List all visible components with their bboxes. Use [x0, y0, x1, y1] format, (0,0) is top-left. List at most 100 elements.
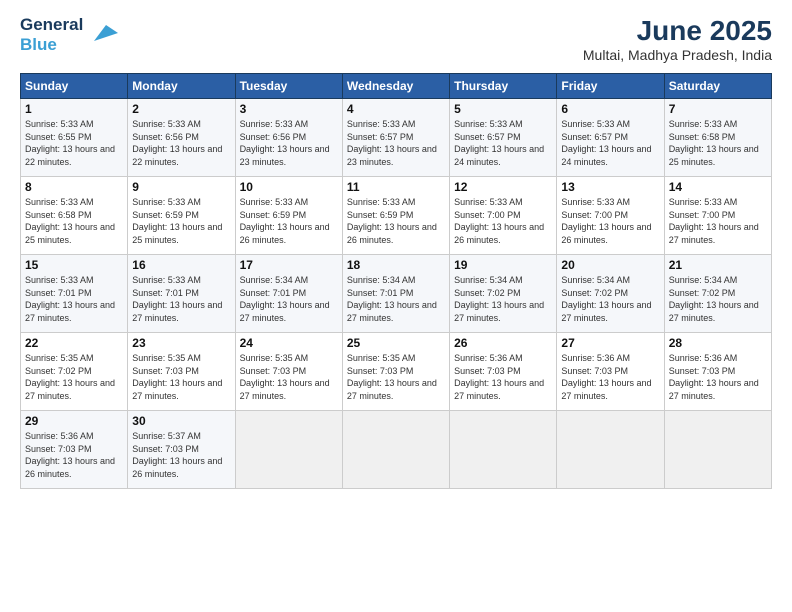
day-detail: Sunrise: 5:37 AM Sunset: 7:03 PM Dayligh… [132, 430, 230, 480]
table-row: 21 Sunrise: 5:34 AM Sunset: 7:02 PM Dayl… [664, 255, 771, 333]
sunset-label: Sunset: 7:03 PM [240, 366, 307, 376]
sunset-label: Sunset: 6:57 PM [347, 132, 414, 142]
day-number: 21 [669, 258, 767, 272]
day-detail: Sunrise: 5:36 AM Sunset: 7:03 PM Dayligh… [669, 352, 767, 402]
table-row [664, 411, 771, 489]
day-detail: Sunrise: 5:33 AM Sunset: 7:00 PM Dayligh… [454, 196, 552, 246]
day-detail: Sunrise: 5:34 AM Sunset: 7:02 PM Dayligh… [454, 274, 552, 324]
col-wednesday: Wednesday [342, 74, 449, 99]
sunrise-label: Sunrise: 5:35 AM [132, 353, 201, 363]
logo-icon [86, 17, 118, 49]
table-row: 23 Sunrise: 5:35 AM Sunset: 7:03 PM Dayl… [128, 333, 235, 411]
day-detail: Sunrise: 5:33 AM Sunset: 7:00 PM Dayligh… [561, 196, 659, 246]
sunrise-label: Sunrise: 5:33 AM [347, 119, 416, 129]
table-row: 29 Sunrise: 5:36 AM Sunset: 7:03 PM Dayl… [21, 411, 128, 489]
daylight-label: Daylight: 13 hours and 25 minutes. [25, 222, 115, 245]
sunrise-label: Sunrise: 5:33 AM [347, 197, 416, 207]
sunset-label: Sunset: 7:03 PM [132, 444, 199, 454]
sunrise-label: Sunrise: 5:33 AM [454, 119, 523, 129]
sunrise-label: Sunrise: 5:33 AM [25, 275, 94, 285]
sunrise-label: Sunrise: 5:36 AM [454, 353, 523, 363]
sunset-label: Sunset: 7:03 PM [454, 366, 521, 376]
daylight-label: Daylight: 13 hours and 26 minutes. [240, 222, 330, 245]
day-detail: Sunrise: 5:33 AM Sunset: 6:55 PM Dayligh… [25, 118, 123, 168]
calendar-subtitle: Multai, Madhya Pradesh, India [583, 47, 772, 63]
day-number: 17 [240, 258, 338, 272]
table-row [342, 411, 449, 489]
day-detail: Sunrise: 5:33 AM Sunset: 6:59 PM Dayligh… [132, 196, 230, 246]
sunrise-label: Sunrise: 5:34 AM [561, 275, 630, 285]
day-detail: Sunrise: 5:34 AM Sunset: 7:02 PM Dayligh… [561, 274, 659, 324]
sunset-label: Sunset: 7:03 PM [25, 444, 92, 454]
sunrise-label: Sunrise: 5:33 AM [25, 119, 94, 129]
sunset-label: Sunset: 7:03 PM [132, 366, 199, 376]
table-row: 8 Sunrise: 5:33 AM Sunset: 6:58 PM Dayli… [21, 177, 128, 255]
sunset-label: Sunset: 7:02 PM [561, 288, 628, 298]
sunset-label: Sunset: 6:59 PM [347, 210, 414, 220]
table-row: 15 Sunrise: 5:33 AM Sunset: 7:01 PM Dayl… [21, 255, 128, 333]
col-thursday: Thursday [450, 74, 557, 99]
daylight-label: Daylight: 13 hours and 27 minutes. [561, 378, 651, 401]
sunrise-label: Sunrise: 5:37 AM [132, 431, 201, 441]
daylight-label: Daylight: 13 hours and 27 minutes. [669, 222, 759, 245]
day-number: 9 [132, 180, 230, 194]
day-detail: Sunrise: 5:33 AM Sunset: 6:57 PM Dayligh… [454, 118, 552, 168]
day-number: 10 [240, 180, 338, 194]
table-row: 7 Sunrise: 5:33 AM Sunset: 6:58 PM Dayli… [664, 99, 771, 177]
sunrise-label: Sunrise: 5:33 AM [240, 197, 309, 207]
table-row: 2 Sunrise: 5:33 AM Sunset: 6:56 PM Dayli… [128, 99, 235, 177]
day-number: 23 [132, 336, 230, 350]
calendar-table: Sunday Monday Tuesday Wednesday Thursday… [20, 73, 772, 489]
day-number: 12 [454, 180, 552, 194]
sunset-label: Sunset: 7:02 PM [669, 288, 736, 298]
daylight-label: Daylight: 13 hours and 26 minutes. [347, 222, 437, 245]
day-number: 2 [132, 102, 230, 116]
sunset-label: Sunset: 6:59 PM [132, 210, 199, 220]
day-detail: Sunrise: 5:35 AM Sunset: 7:03 PM Dayligh… [240, 352, 338, 402]
sunrise-label: Sunrise: 5:33 AM [561, 119, 630, 129]
sunset-label: Sunset: 6:55 PM [25, 132, 92, 142]
sunrise-label: Sunrise: 5:33 AM [25, 197, 94, 207]
day-number: 6 [561, 102, 659, 116]
sunrise-label: Sunrise: 5:34 AM [669, 275, 738, 285]
daylight-label: Daylight: 13 hours and 24 minutes. [561, 144, 651, 167]
col-friday: Friday [557, 74, 664, 99]
daylight-label: Daylight: 13 hours and 27 minutes. [132, 378, 222, 401]
day-number: 30 [132, 414, 230, 428]
day-detail: Sunrise: 5:33 AM Sunset: 6:59 PM Dayligh… [347, 196, 445, 246]
sunset-label: Sunset: 7:00 PM [561, 210, 628, 220]
day-detail: Sunrise: 5:33 AM Sunset: 6:56 PM Dayligh… [240, 118, 338, 168]
sunrise-label: Sunrise: 5:33 AM [240, 119, 309, 129]
daylight-label: Daylight: 13 hours and 22 minutes. [132, 144, 222, 167]
day-number: 13 [561, 180, 659, 194]
day-number: 22 [25, 336, 123, 350]
day-number: 8 [25, 180, 123, 194]
day-detail: Sunrise: 5:33 AM Sunset: 6:58 PM Dayligh… [669, 118, 767, 168]
sunrise-label: Sunrise: 5:33 AM [454, 197, 523, 207]
day-number: 26 [454, 336, 552, 350]
table-row: 19 Sunrise: 5:34 AM Sunset: 7:02 PM Dayl… [450, 255, 557, 333]
day-detail: Sunrise: 5:33 AM Sunset: 6:57 PM Dayligh… [347, 118, 445, 168]
sunset-label: Sunset: 7:00 PM [454, 210, 521, 220]
daylight-label: Daylight: 13 hours and 23 minutes. [347, 144, 437, 167]
day-detail: Sunrise: 5:33 AM Sunset: 7:01 PM Dayligh… [25, 274, 123, 324]
table-row: 16 Sunrise: 5:33 AM Sunset: 7:01 PM Dayl… [128, 255, 235, 333]
daylight-label: Daylight: 13 hours and 27 minutes. [132, 300, 222, 323]
sunset-label: Sunset: 7:03 PM [347, 366, 414, 376]
sunrise-label: Sunrise: 5:34 AM [240, 275, 309, 285]
sunrise-label: Sunrise: 5:34 AM [454, 275, 523, 285]
sunset-label: Sunset: 7:00 PM [669, 210, 736, 220]
calendar-title: June 2025 [583, 15, 772, 47]
calendar-week-1: 1 Sunrise: 5:33 AM Sunset: 6:55 PM Dayli… [21, 99, 772, 177]
table-row: 12 Sunrise: 5:33 AM Sunset: 7:00 PM Dayl… [450, 177, 557, 255]
table-row: 24 Sunrise: 5:35 AM Sunset: 7:03 PM Dayl… [235, 333, 342, 411]
day-detail: Sunrise: 5:36 AM Sunset: 7:03 PM Dayligh… [25, 430, 123, 480]
table-row [557, 411, 664, 489]
col-monday: Monday [128, 74, 235, 99]
daylight-label: Daylight: 13 hours and 23 minutes. [240, 144, 330, 167]
daylight-label: Daylight: 13 hours and 27 minutes. [669, 300, 759, 323]
day-number: 7 [669, 102, 767, 116]
sunrise-label: Sunrise: 5:34 AM [347, 275, 416, 285]
table-row [235, 411, 342, 489]
daylight-label: Daylight: 13 hours and 27 minutes. [347, 378, 437, 401]
